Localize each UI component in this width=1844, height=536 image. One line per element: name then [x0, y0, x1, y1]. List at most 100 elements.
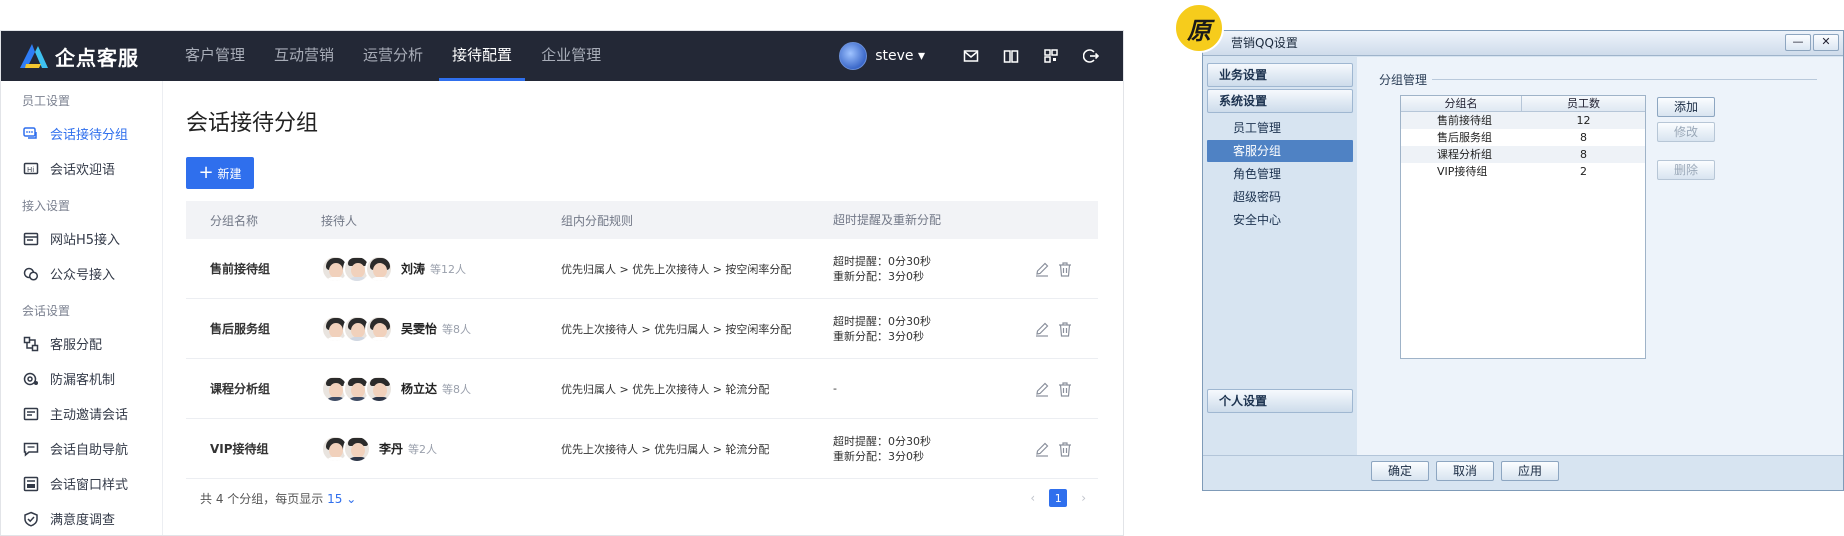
agents-cell: 李丹 等2人 [321, 434, 561, 463]
delete-icon[interactable] [1057, 381, 1073, 397]
nav-staff-management[interactable]: 员工管理 [1207, 117, 1353, 139]
agent-count: 等8人 [442, 322, 472, 336]
delete-icon[interactable] [1057, 321, 1073, 337]
logout-icon[interactable] [1071, 31, 1111, 81]
edit-icon[interactable] [1034, 441, 1050, 457]
list-item[interactable]: VIP接待组 2 [1401, 163, 1645, 180]
agent-count: 等8人 [442, 382, 472, 396]
section-personal[interactable]: 个人设置 [1207, 389, 1353, 413]
sidebar-item-web-h5[interactable]: 网站H5接入 [1, 221, 162, 256]
list-group-name: 售后服务组 [1437, 131, 1492, 144]
welcome-icon: Hi [23, 161, 39, 177]
mail-icon[interactable] [951, 31, 991, 81]
list-item[interactable]: 售前接待组 12 [1401, 112, 1645, 129]
sidebar-item-invite[interactable]: 主动邀请会话 [1, 396, 162, 431]
group-listbox[interactable]: 分组名 员工数 售前接待组 12 售后服务组 8 课程分析组 8 VIP接待组 [1400, 95, 1646, 359]
section-system[interactable]: 系统设置 [1207, 89, 1353, 113]
agent-count: 等2人 [408, 442, 438, 456]
nav-analytics[interactable]: 运营分析 [350, 31, 436, 81]
main-nav: 客户管理 互动营销 运营分析 接待配置 企业管理 [172, 31, 617, 81]
reassign-time: 重新分配：3分0秒 [833, 329, 924, 343]
close-icon[interactable]: ✕ [1813, 34, 1839, 51]
shield-icon [23, 371, 39, 387]
timeout-reminder: - [833, 382, 837, 395]
agent-avatars [321, 254, 393, 283]
sidebar-item-welcome[interactable]: Hi 会话欢迎语 [1, 151, 162, 186]
pagination: 共 4 个分组，每页显示 15 ⌄ ‹ 1 › [186, 479, 1098, 517]
wechat-icon [23, 266, 39, 282]
table-row[interactable]: 售后服务组 吴雯怡 等8人 优先上次接待人 > 优先归属人 > 按空闲率分配 超… [186, 299, 1098, 359]
minimize-icon[interactable]: — [1785, 34, 1811, 51]
table-row[interactable]: 售前接待组 刘涛 等12人 优先归属人 > 优先上次接待人 > 按空闲率分配 超… [186, 239, 1098, 299]
list-staff-count: 8 [1580, 148, 1587, 161]
list-item[interactable]: 售后服务组 8 [1401, 129, 1645, 146]
user-avatar[interactable] [839, 42, 868, 70]
add-button[interactable]: 添加 [1657, 97, 1715, 117]
sidebar: 员工设置 会话接待分组 Hi 会话欢迎语 接入设置 网站H5接入 公众号接入 会… [1, 81, 163, 535]
delete-icon[interactable] [1057, 441, 1073, 457]
group-name: 课程分析组 [210, 382, 271, 396]
legacy-settings-dialog: 营销QQ设置 — ✕ 业务设置 系统设置 员工管理 客服分组 角色管理 超级密码… [1202, 30, 1844, 491]
section-business[interactable]: 业务设置 [1207, 63, 1353, 87]
brand-logo[interactable]: 企点客服 [19, 42, 169, 71]
nav-role-management[interactable]: 角色管理 [1207, 163, 1353, 185]
sidebar-item-self-nav[interactable]: 会话自助导航 [1, 431, 162, 466]
agent-avatar [343, 434, 371, 463]
list-staff-count: 2 [1580, 165, 1587, 178]
edit-icon[interactable] [1034, 261, 1050, 277]
agent-name: 李丹 [379, 442, 404, 456]
nav-service-groups[interactable]: 客服分组 [1207, 140, 1353, 162]
sidebar-item-dispatch[interactable]: 客服分配 [1, 326, 162, 361]
sidebar-item-label: 防漏客机制 [50, 373, 116, 388]
book-icon[interactable] [991, 31, 1031, 81]
user-menu[interactable]: steve ▾ [875, 48, 925, 64]
ok-button[interactable]: 确定 [1371, 461, 1429, 481]
pagination-summary: 共 4 个分组，每页显示 15 ⌄ [186, 490, 356, 507]
nav-marketing[interactable]: 互动营销 [261, 31, 347, 81]
prev-page-icon[interactable]: ‹ [1030, 491, 1035, 505]
next-page-icon[interactable]: › [1081, 491, 1086, 505]
invite-icon [23, 406, 39, 422]
timeout-cell: 超时提醒：0分30秒 重新分配：3分0秒 [833, 434, 1003, 464]
timeout-reminder: 超时提醒：0分30秒 [833, 434, 931, 448]
edit-icon[interactable] [1034, 381, 1050, 397]
timeout-reminder: 超时提醒：0分30秒 [833, 314, 931, 328]
nav-reception-config[interactable]: 接待配置 [439, 31, 526, 81]
sidebar-item-survey[interactable]: 满意度调查 [1, 501, 162, 535]
apply-button[interactable]: 应用 [1501, 461, 1559, 481]
rule-text: 优先归属人 > 优先上次接待人 > 按空闲率分配 [561, 262, 792, 276]
sidebar-item-wechat[interactable]: 公众号接入 [1, 256, 162, 291]
section-divider [1432, 79, 1817, 80]
apps-icon[interactable] [1031, 31, 1071, 81]
table-row[interactable]: 课程分析组 杨立达 等8人 优先归属人 > 优先上次接待人 > 轮流分配 - [186, 359, 1098, 419]
listbox-rows: 售前接待组 12 售后服务组 8 课程分析组 8 VIP接待组 2 [1401, 112, 1645, 180]
delete-icon[interactable] [1057, 261, 1073, 277]
edit-icon[interactable] [1034, 321, 1050, 337]
agent-name: 吴雯怡 [401, 322, 438, 336]
list-item[interactable]: 课程分析组 8 [1401, 146, 1645, 163]
agent-avatars [321, 314, 393, 343]
nav-super-password[interactable]: 超级密码 [1207, 186, 1353, 208]
page-size-select[interactable]: 15 ⌄ [327, 492, 356, 506]
summary-text: 共 4 个分组，每页显示 [200, 491, 324, 506]
new-group-button[interactable]: + 新建 [186, 157, 254, 189]
delete-button[interactable]: 删除 [1657, 160, 1715, 180]
list-group-name: 课程分析组 [1437, 148, 1492, 161]
nav-security-center[interactable]: 安全中心 [1207, 209, 1353, 231]
nav-customer[interactable]: 客户管理 [172, 31, 258, 81]
edit-button[interactable]: 修改 [1657, 122, 1715, 142]
sidebar-item-anti-leak[interactable]: 防漏客机制 [1, 361, 162, 396]
chevron-down-icon: ⌄ [346, 491, 357, 506]
nav-enterprise[interactable]: 企业管理 [528, 31, 614, 81]
table-row[interactable]: VIP接待组 李丹 等2人 优先上次接待人 > 优先归属人 > 轮流分配 超时提… [186, 419, 1098, 479]
sidebar-item-chat-groups[interactable]: 会话接待分组 [1, 116, 162, 151]
col-group-name[interactable]: 分组名 [1401, 96, 1522, 111]
sidebar-item-window-style[interactable]: 会话窗口样式 [1, 466, 162, 501]
current-page[interactable]: 1 [1049, 489, 1068, 507]
new-group-label: 新建 [217, 166, 242, 181]
web-app-window: 企点客服 客户管理 互动营销 运营分析 接待配置 企业管理 steve ▾ 员工… [0, 30, 1124, 536]
col-staff-count[interactable]: 员工数 [1522, 96, 1645, 111]
cancel-button[interactable]: 取消 [1436, 461, 1494, 481]
nav-icon [23, 441, 39, 457]
page-title: 会话接待分组 [186, 111, 319, 136]
